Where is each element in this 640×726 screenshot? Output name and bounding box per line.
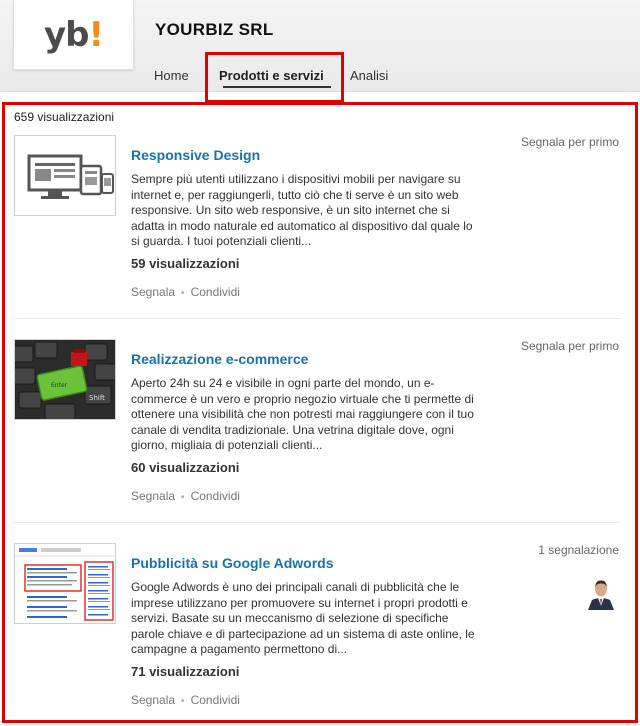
reporter-avatar[interactable] xyxy=(584,576,618,610)
product-description: Sempre più utenti utilizzano i dispositi… xyxy=(131,172,473,249)
share-link[interactable]: Condividi xyxy=(191,489,240,503)
report-link[interactable]: Segnala xyxy=(131,693,175,707)
product-actions: Segnala • Condividi xyxy=(131,489,240,503)
product-actions: Segnala • Condividi xyxy=(131,693,240,707)
product-title[interactable]: Responsive Design xyxy=(131,147,260,163)
product-title[interactable]: Realizzazione e-commerce xyxy=(131,351,308,367)
product-item: Pubblicità su Google Adwords Google Adwo… xyxy=(14,543,620,723)
company-name: YOURBIZ SRL xyxy=(155,20,274,39)
share-link[interactable]: Condividi xyxy=(191,693,240,707)
item-divider xyxy=(14,522,620,523)
item-divider xyxy=(14,318,620,319)
tab-analytics[interactable]: Analisi xyxy=(338,66,398,92)
page-header: yb! YOURBIZ SRL Home Prodotti e servizi … xyxy=(0,0,640,92)
product-description: Aperto 24h su 24 e visibile in ogni part… xyxy=(131,376,474,453)
report-count[interactable]: 1 segnalazione xyxy=(538,543,619,557)
svg-text:Shift: Shift xyxy=(89,394,105,402)
report-link[interactable]: Segnala xyxy=(131,285,175,299)
total-views-count: 659 visualizzazioni xyxy=(14,110,115,124)
devices-icon xyxy=(27,154,114,199)
user-avatar-icon xyxy=(584,576,618,610)
product-title[interactable]: Pubblicità su Google Adwords xyxy=(131,555,334,571)
product-thumbnail[interactable]: Shift Enter xyxy=(14,339,116,420)
product-item: Responsive Design Sempre più utenti util… xyxy=(14,135,620,320)
share-link[interactable]: Condividi xyxy=(191,285,240,299)
report-status[interactable]: Segnala per primo xyxy=(521,339,619,353)
product-description: Google Adwords è uno dei principali cana… xyxy=(131,580,475,657)
logo-accent-text: ! xyxy=(88,14,104,55)
product-thumbnail[interactable] xyxy=(14,135,116,216)
product-thumbnail[interactable] xyxy=(14,543,116,624)
search-results-screenshot-icon xyxy=(15,544,115,623)
separator-dot: • xyxy=(181,696,185,707)
report-link[interactable]: Segnala xyxy=(131,489,175,503)
product-item: Shift Enter Realizzazione e-commerce Ape… xyxy=(14,339,620,524)
product-actions: Segnala • Condividi xyxy=(131,285,240,299)
report-status[interactable]: Segnala per primo xyxy=(521,135,619,149)
product-views: 71 visualizzazioni xyxy=(131,664,240,679)
logo-main-text: yb xyxy=(43,14,90,55)
product-views: 60 visualizzazioni xyxy=(131,460,240,475)
keyboard-cart-icon: Shift Enter xyxy=(15,340,115,419)
separator-dot: • xyxy=(181,492,185,503)
product-views: 59 visualizzazioni xyxy=(131,256,240,271)
tab-bar: Home Prodotti e servizi Analisi xyxy=(143,66,398,92)
tab-home[interactable]: Home xyxy=(143,66,203,92)
tab-products-services[interactable]: Prodotti e servizi xyxy=(203,66,338,92)
svg-text:Enter: Enter xyxy=(51,382,68,389)
separator-dot: • xyxy=(181,288,185,299)
company-logo[interactable]: yb! xyxy=(13,0,134,70)
